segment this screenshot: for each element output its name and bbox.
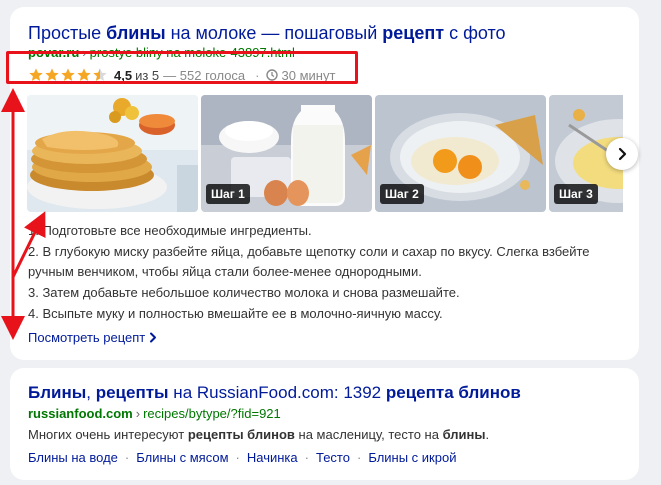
recipe-step: 4. Всыпьте муку и полностью вмешайте ее …	[28, 306, 443, 321]
sitelink-separator: ·	[235, 450, 240, 465]
result-snippet: Многих очень интересуют рецепты блинов н…	[28, 426, 489, 444]
recipe-steps: 1. Подготовьте все необходимые ингредиен…	[28, 221, 628, 325]
title-highlight: блины	[106, 23, 166, 43]
snippet-text: .	[485, 427, 490, 442]
snippet-text: Многих очень интересуют	[28, 427, 188, 442]
result-url[interactable]: russianfood.com › recipes/bytype/?fid=921	[28, 406, 281, 422]
sitelink[interactable]: Блины с икрой	[368, 449, 456, 467]
recipe-step: 2. В глубокую миску разбейте яйца, добав…	[28, 244, 590, 279]
snippet-highlight: рецепты блинов	[187, 427, 295, 442]
sitelink[interactable]: Блины с мясом	[136, 449, 228, 467]
step-badge: Шаг 2	[380, 184, 424, 204]
snippet-text: на масленицу, тесто на	[294, 427, 443, 442]
step-badge: Шаг 1	[206, 184, 250, 204]
pancake-stack-photo	[27, 95, 198, 212]
url-path[interactable]: recipes/bytype/?fid=921	[143, 406, 281, 421]
title-highlight: Блины	[28, 383, 87, 402]
sitelinks: Блины на воде · Блины с мясом · Начинка …	[28, 449, 456, 467]
result-title-link[interactable]: Простые блины на молоке — пошаговый реце…	[28, 21, 506, 45]
result-title-link[interactable]: Блины, рецепты на RussianFood.com: 1392 …	[28, 382, 521, 404]
gallery-next-button[interactable]	[606, 138, 638, 170]
snippet-highlight: блины	[442, 427, 486, 442]
title-text: на молоке — пошаговый	[165, 23, 383, 43]
sitelink-separator: ·	[304, 450, 309, 465]
gallery-photo-pancakes[interactable]	[27, 95, 198, 212]
title-text: на RussianFood.com: 1392	[168, 383, 386, 402]
chevron-right-icon	[618, 147, 627, 161]
sitelink[interactable]: Начинка	[247, 449, 298, 467]
url-separator: ›	[135, 406, 141, 421]
rating-highlight-box	[6, 51, 358, 84]
sitelink[interactable]: Тесто	[316, 449, 350, 467]
recipe-step: 1. Подготовьте все необходимые ингредиен…	[28, 223, 312, 238]
gallery-photo-step-2[interactable]: Шаг 2	[375, 95, 546, 212]
recipe-step: 3. Затем добавьте небольшое количество м…	[28, 285, 460, 300]
title-highlight: рецепт	[382, 23, 445, 43]
url-domain[interactable]: russianfood.com	[28, 406, 133, 421]
recipe-photo-gallery: Шаг 1 Шаг 2 Шаг 3	[27, 95, 623, 212]
sitelink-separator: ·	[124, 450, 130, 465]
step-badge: Шаг 3	[554, 184, 598, 204]
title-text: ,	[86, 383, 96, 402]
search-result-card-russianfood: Блины, рецепты на RussianFood.com: 1392 …	[10, 368, 639, 480]
sitelink[interactable]: Блины на воде	[28, 449, 118, 467]
title-highlight: рецепта блинов	[385, 383, 521, 402]
gallery-photo-step-1[interactable]: Шаг 1	[201, 95, 372, 212]
view-recipe-link[interactable]: Посмотреть рецепт	[28, 330, 158, 345]
title-highlight: рецепты	[95, 383, 169, 402]
title-text: с фото	[444, 23, 506, 43]
sitelink-separator: ·	[356, 450, 362, 465]
view-recipe-label: Посмотреть рецепт	[28, 330, 146, 345]
title-text: Простые	[28, 23, 107, 43]
chevron-right-icon	[150, 332, 157, 343]
